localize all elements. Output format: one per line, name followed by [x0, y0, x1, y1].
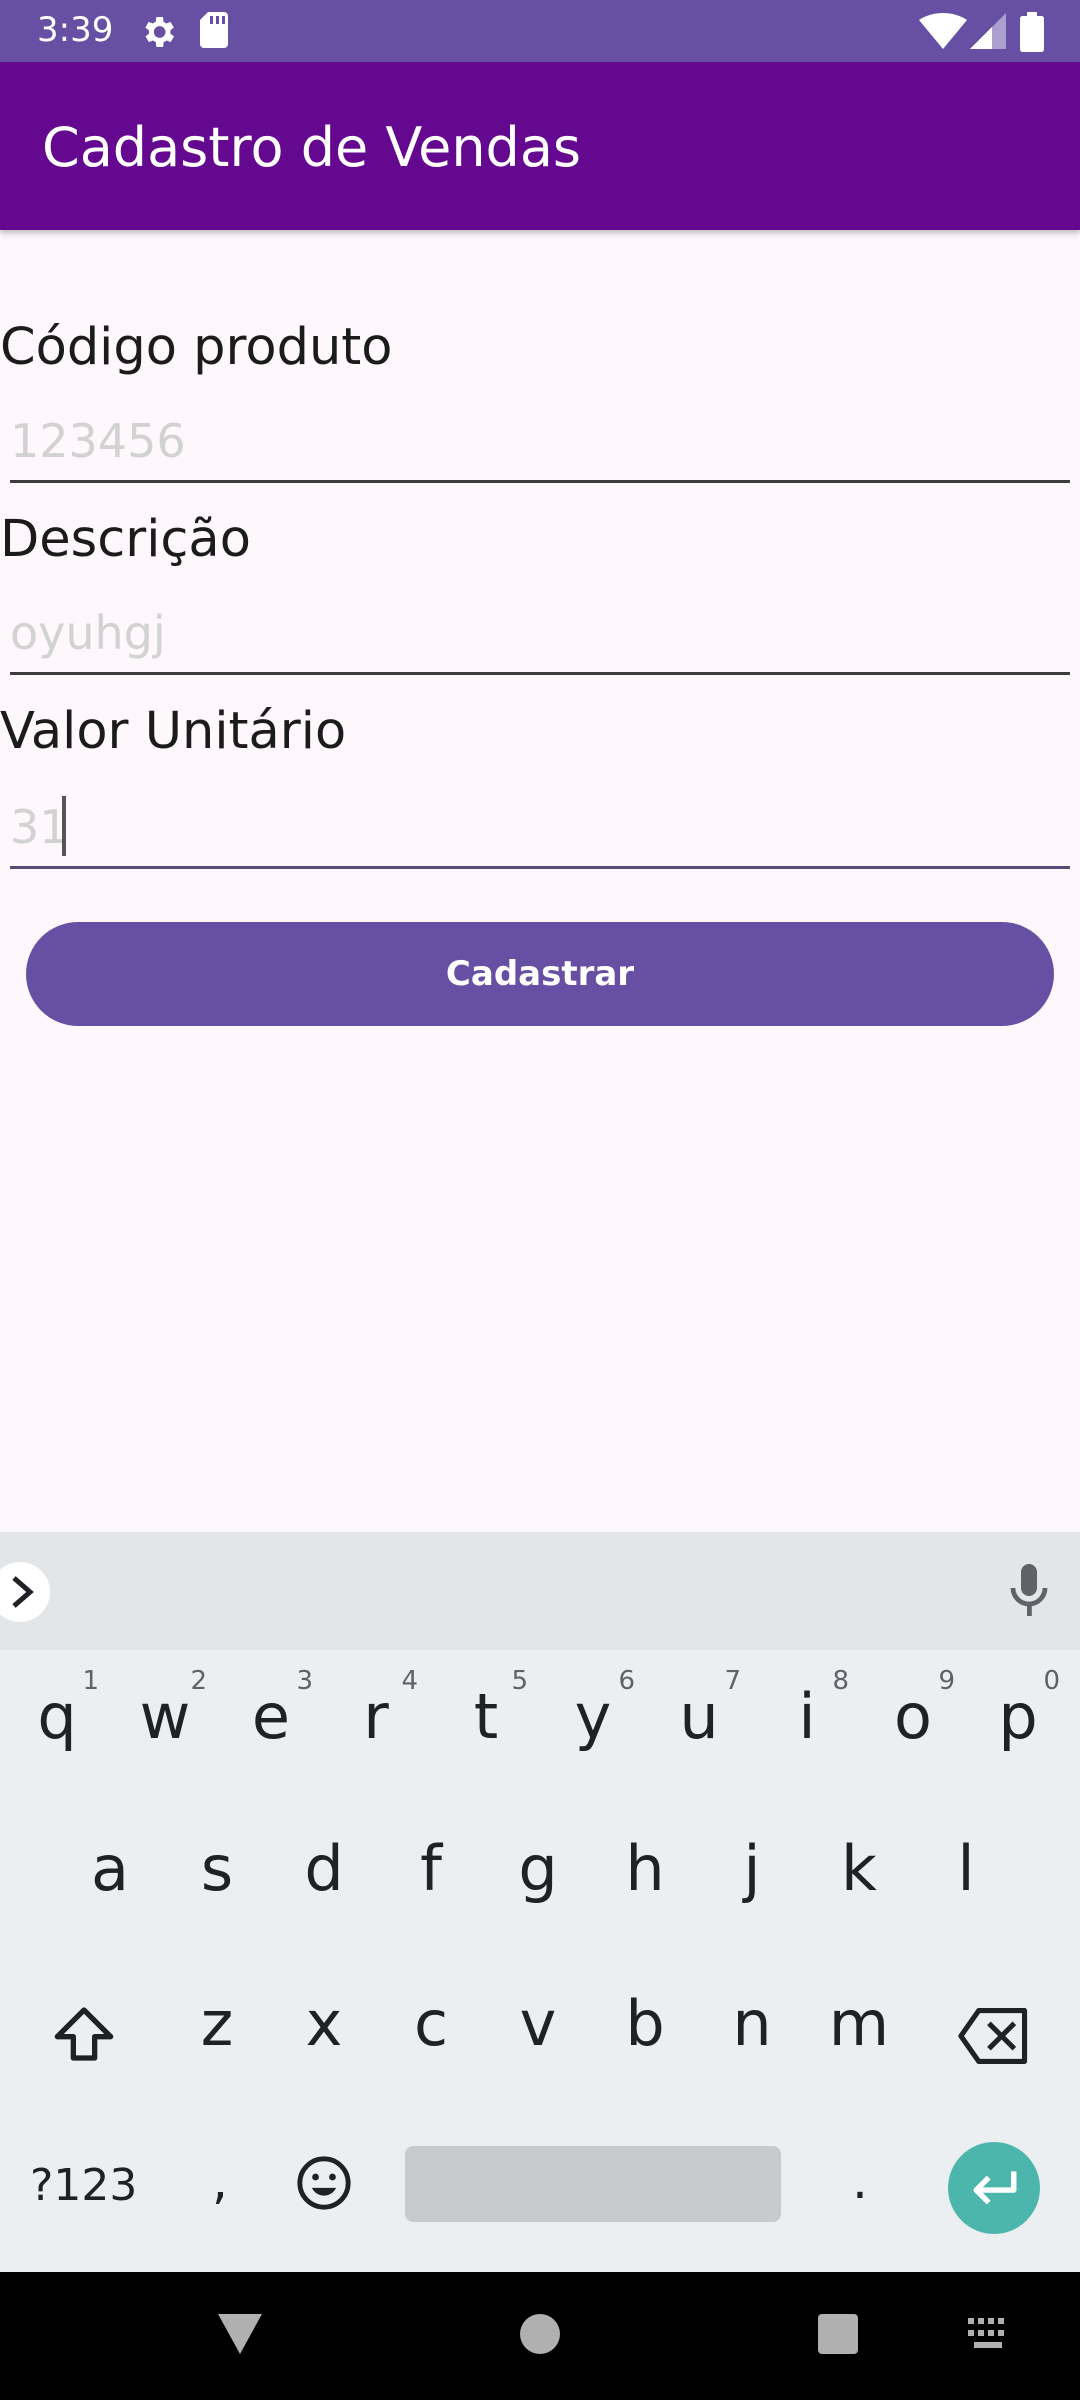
code-value: 123456: [10, 414, 186, 468]
key-label: u: [679, 1680, 719, 1753]
key-hint: 9: [938, 1666, 955, 1696]
unit-value-value: 31: [10, 800, 69, 854]
key-b[interactable]: b: [595, 1987, 695, 2087]
description-value: oyuhgj: [10, 606, 166, 660]
key-label: o: [894, 1680, 932, 1753]
key-label: y: [574, 1680, 612, 1753]
key-hint: 4: [401, 1666, 418, 1696]
code-field[interactable]: 123456: [10, 400, 1070, 483]
backspace-icon[interactable]: [958, 2008, 1030, 2064]
key-d[interactable]: d: [274, 1832, 374, 1932]
status-bar: 3:39: [0, 0, 1080, 62]
key-hint: 6: [618, 1666, 635, 1696]
app-title: Cadastro de Vendas: [42, 116, 582, 179]
key-k[interactable]: k: [809, 1832, 909, 1932]
gear-icon: [145, 17, 174, 47]
sd-card-icon: [200, 12, 228, 48]
key-h[interactable]: h: [595, 1832, 695, 1932]
microphone-icon[interactable]: [1005, 1562, 1053, 1618]
key-hint: 3: [296, 1666, 313, 1696]
navigation-bar: [0, 2272, 1080, 2400]
key-hint: 0: [1043, 1666, 1060, 1696]
key-x[interactable]: x: [274, 1987, 374, 2087]
submit-button[interactable]: Cadastrar: [26, 922, 1054, 1026]
key-c[interactable]: c: [381, 1987, 481, 2087]
status-time: 3:39: [37, 10, 114, 50]
wifi-icon: [919, 13, 967, 49]
back-icon[interactable]: [218, 2314, 262, 2354]
key-s[interactable]: s: [167, 1832, 267, 1932]
key-a[interactable]: a: [60, 1832, 160, 1932]
comma-key[interactable]: ,: [212, 2152, 228, 2210]
code-label: Código produto: [0, 318, 393, 377]
key-hint: 2: [190, 1666, 207, 1696]
enter-arrow-icon: [973, 2171, 1017, 2205]
key-q[interactable]: q1: [7, 1666, 107, 1780]
key-z[interactable]: z: [167, 1987, 267, 2087]
key-v[interactable]: v: [488, 1987, 588, 2087]
key-label: p: [998, 1680, 1038, 1753]
key-hint: 7: [724, 1666, 741, 1696]
key-label: e: [251, 1680, 291, 1753]
symbols-key[interactable]: ?123: [30, 2160, 137, 2211]
key-y[interactable]: y6: [543, 1666, 643, 1780]
period-key[interactable]: .: [852, 2152, 868, 2210]
key-label: i: [798, 1680, 816, 1753]
recents-icon[interactable]: [818, 2314, 858, 2354]
description-field[interactable]: oyuhgj: [10, 592, 1070, 675]
key-w[interactable]: w2: [115, 1666, 215, 1780]
key-label: q: [37, 1680, 77, 1753]
key-m[interactable]: m: [809, 1987, 909, 2087]
key-f[interactable]: f: [381, 1832, 481, 1932]
home-icon[interactable]: [520, 2314, 560, 2354]
key-j[interactable]: j: [702, 1832, 802, 1932]
key-u[interactable]: u7: [649, 1666, 749, 1780]
key-hint: 5: [511, 1666, 528, 1696]
unit-value-label: Valor Unitário: [0, 702, 347, 761]
key-label: t: [473, 1680, 499, 1753]
key-label: w: [139, 1680, 191, 1753]
keyboard: q1 w2 e3 r4 t5 y6 u7 i8 o9 p0 a s d f g …: [0, 1532, 1080, 2272]
emoji-icon[interactable]: [295, 2154, 353, 2212]
app-bar: Cadastro de Vendas: [0, 62, 1080, 230]
key-n[interactable]: n: [702, 1987, 802, 2087]
key-l[interactable]: l: [916, 1832, 1016, 1932]
key-i[interactable]: i8: [757, 1666, 857, 1780]
description-label: Descrição: [0, 510, 251, 569]
key-e[interactable]: e3: [221, 1666, 321, 1780]
key-p[interactable]: p0: [968, 1666, 1068, 1780]
key-o[interactable]: o9: [863, 1666, 963, 1780]
keyboard-switch-icon[interactable]: [968, 2318, 1012, 2350]
battery-icon: [1020, 12, 1044, 52]
key-hint: 1: [82, 1666, 99, 1696]
key-r[interactable]: r4: [326, 1666, 426, 1780]
enter-button[interactable]: [948, 2142, 1040, 2234]
key-label: r: [363, 1680, 389, 1753]
unit-value-field[interactable]: 31: [10, 786, 1070, 869]
key-g[interactable]: g: [488, 1832, 588, 1932]
expand-suggestions-button[interactable]: [0, 1562, 50, 1622]
chevron-right-icon: [12, 1576, 34, 1608]
space-bar[interactable]: [405, 2146, 781, 2222]
signal-icon: [970, 13, 1006, 49]
key-t[interactable]: t5: [436, 1666, 536, 1780]
key-hint: 8: [832, 1666, 849, 1696]
text-cursor: [62, 796, 66, 856]
shift-key-icon[interactable]: [52, 2002, 116, 2066]
keyboard-toolbar: [0, 1532, 1080, 1650]
